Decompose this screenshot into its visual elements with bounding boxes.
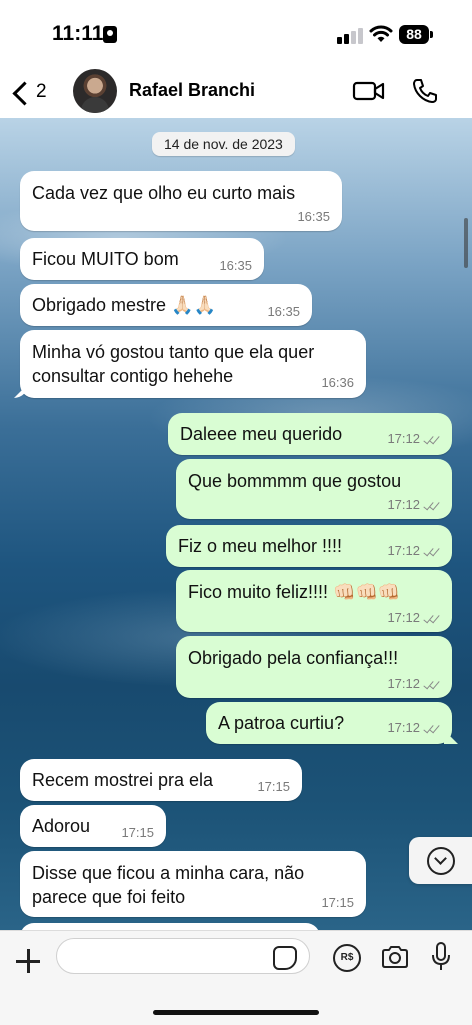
message-text: Que bommmm que gostou — [188, 471, 402, 491]
status-bar: 11:11 88 — [0, 0, 472, 66]
contact-card-icon — [103, 26, 117, 43]
message-text: Adorou — [32, 816, 91, 836]
message-incoming[interactable]: Obrigado mestre 🙏🏻🙏🏻 16:35 — [20, 284, 312, 326]
scroll-down-button[interactable] — [409, 837, 472, 884]
phone-icon[interactable] — [410, 76, 440, 106]
back-button[interactable]: 2 — [6, 76, 50, 108]
message-input[interactable] — [56, 938, 310, 974]
avatar[interactable] — [73, 69, 117, 113]
message-text: Cada vez que olho eu curto mais — [32, 183, 296, 203]
message-incoming[interactable]: Cada vez que olho eu curto mais 16:35 — [20, 171, 342, 231]
message-time: 16:35 — [297, 209, 330, 224]
chat-area[interactable]: 14 de nov. de 2023 Cada vez que olho eu … — [0, 118, 472, 930]
message-status: 17:12 — [387, 676, 442, 691]
message-status: 17:12 — [387, 497, 442, 512]
message-outgoing[interactable]: Fiz o meu melhor !!!! 17:12 — [166, 525, 452, 567]
message-time: 16:35 — [219, 258, 252, 273]
wifi-icon — [369, 25, 393, 42]
message-incoming-partial[interactable] — [20, 923, 320, 930]
message-incoming[interactable]: Ficou MUITO bom 16:35 — [20, 238, 264, 280]
message-text: Minha vó gostou tanto que ela quer consu… — [32, 342, 315, 386]
scroll-down-icon — [427, 847, 455, 875]
message-outgoing[interactable]: Daleee meu querido 17:12 — [168, 413, 452, 455]
pix-payment-icon[interactable]: R$ — [333, 944, 361, 972]
message-outgoing[interactable]: A patroa curtiu? 17:12 — [206, 702, 452, 744]
message-time: 17:15 — [321, 895, 354, 910]
message-status: 17:12 — [387, 720, 442, 735]
message-text: Obrigado pela confiança!!! — [188, 648, 399, 668]
message-status: 17:12 — [387, 543, 442, 558]
message-text: A patroa curtiu? — [218, 713, 345, 733]
read-ticks-icon — [424, 547, 442, 557]
message-text: Recem mostrei pra ela — [32, 770, 214, 790]
message-status: 17:12 — [387, 431, 442, 446]
message-time: 17:15 — [257, 779, 290, 794]
camera-icon[interactable] — [381, 946, 409, 968]
microphone-icon[interactable] — [430, 942, 452, 972]
chat-header: 2 Rafael Branchi — [0, 66, 472, 119]
message-incoming[interactable]: Disse que ficou a minha cara, não parece… — [20, 851, 366, 917]
message-text: Fiz o meu melhor !!!! — [178, 536, 343, 556]
contact-name[interactable]: Rafael Branchi — [129, 80, 255, 101]
message-incoming[interactable]: Minha vó gostou tanto que ela quer consu… — [20, 330, 366, 398]
back-chevron-icon — [12, 81, 37, 106]
message-outgoing[interactable]: Que bommmm que gostou 17:12 — [176, 459, 452, 519]
read-ticks-icon — [424, 614, 442, 624]
message-status: 17:12 — [387, 610, 442, 625]
message-time: 17:15 — [121, 825, 154, 840]
message-time: 17:12 — [387, 497, 420, 512]
message-text: Ficou MUITO bom — [32, 249, 179, 269]
message-text: Obrigado mestre 🙏🏻🙏🏻 — [32, 295, 216, 315]
message-text: Disse que ficou a minha cara, não parece… — [32, 863, 305, 907]
read-ticks-icon — [424, 724, 442, 734]
message-time: 17:12 — [387, 543, 420, 558]
message-time: 17:12 — [387, 720, 420, 735]
read-ticks-icon — [424, 435, 442, 445]
message-text: Fico muito feliz!!!! 👊🏻👊🏻👊🏻 — [188, 582, 401, 602]
message-incoming[interactable]: Adorou 17:15 — [20, 805, 166, 847]
scrollbar[interactable] — [464, 218, 468, 268]
message-time: 17:12 — [387, 676, 420, 691]
plus-icon[interactable] — [14, 947, 42, 975]
message-time: 17:12 — [387, 431, 420, 446]
message-outgoing[interactable]: Obrigado pela confiança!!! 17:12 — [176, 636, 452, 698]
message-time: 16:36 — [321, 375, 354, 390]
home-indicator — [153, 1010, 319, 1015]
message-time: 17:12 — [387, 610, 420, 625]
sticker-icon[interactable] — [273, 946, 297, 970]
message-incoming[interactable]: Recem mostrei pra ela 17:15 — [20, 759, 302, 801]
cellular-signal-icon — [337, 26, 363, 44]
message-text: Daleee meu querido — [180, 424, 343, 444]
battery-indicator: 88 — [399, 25, 433, 44]
date-chip: 14 de nov. de 2023 — [152, 132, 295, 156]
read-ticks-icon — [424, 680, 442, 690]
read-ticks-icon — [424, 501, 442, 511]
unread-count: 2 — [36, 81, 47, 102]
status-time: 11:11 — [52, 22, 104, 45]
video-call-icon[interactable] — [352, 78, 386, 104]
message-outgoing[interactable]: Fico muito feliz!!!! 👊🏻👊🏻👊🏻 17:12 — [176, 570, 452, 632]
message-time: 16:35 — [267, 304, 300, 319]
